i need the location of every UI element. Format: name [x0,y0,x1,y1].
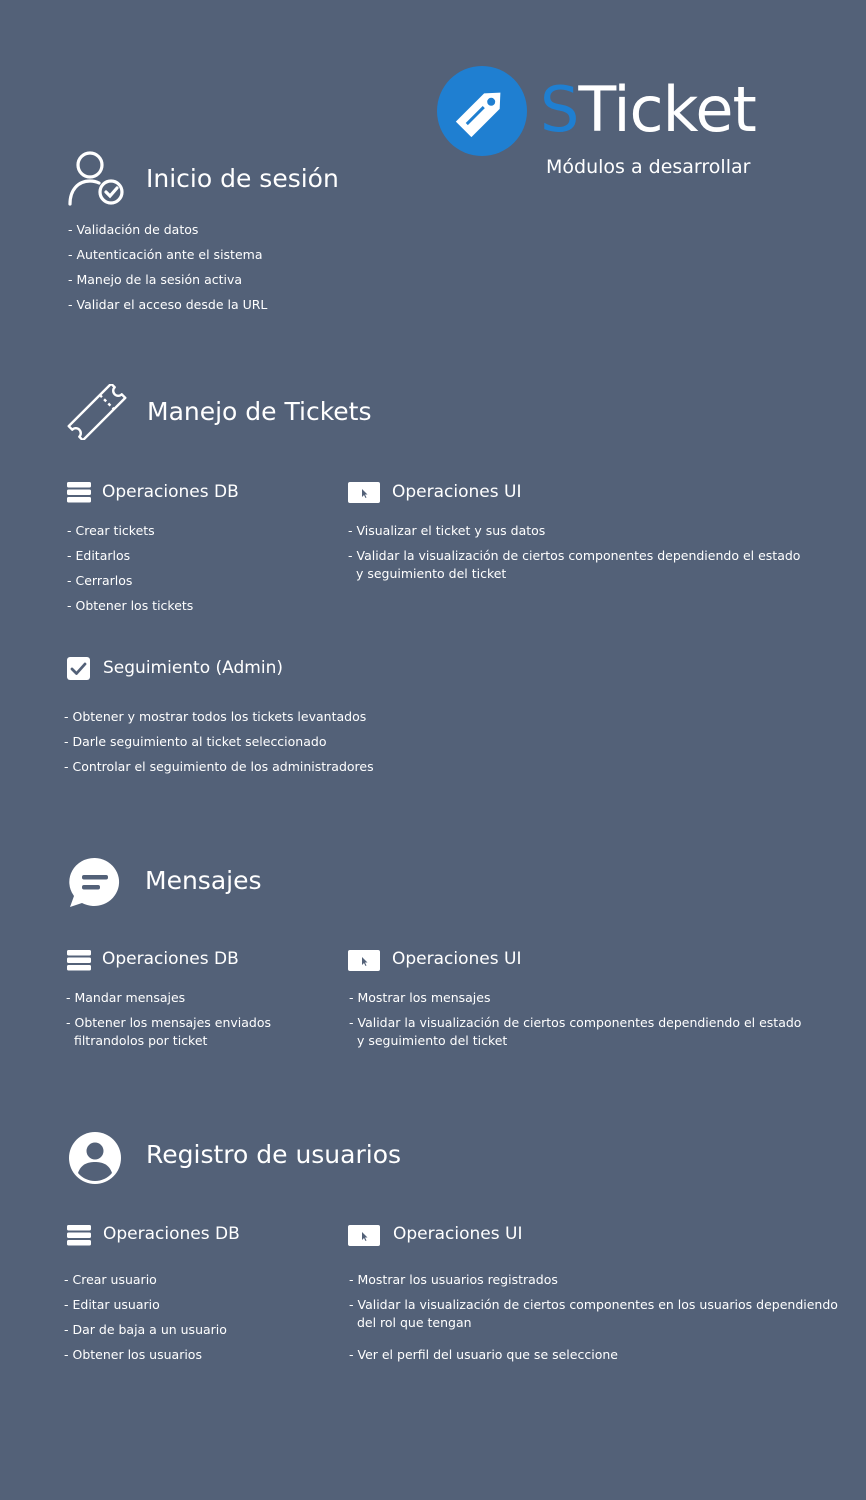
cursor-window-icon [348,950,380,971]
list-item: - Darle seguimiento al ticket selecciona… [64,734,327,749]
database-icon [67,1225,91,1246]
section-title-login: Inicio de sesión [146,164,339,193]
list-item: - Mostrar los usuarios registrados [349,1272,558,1287]
list-item: - Visualizar el ticket y sus datos [348,523,546,538]
list-item: - Obtener los mensajes enviados filtrand… [66,1015,272,1048]
list-item: - Validar la visualización de ciertos co… [349,1297,838,1330]
chat-icon [68,856,122,910]
section-title-messages: Mensajes [145,866,262,895]
list-item: - Crear tickets [67,523,155,538]
ticket-icon [66,382,128,442]
page-subtitle: Módulos a desarrollar [546,156,751,178]
database-icon [67,950,91,971]
checkbox-icon [67,657,90,680]
database-icon [67,482,91,503]
list-item: - Obtener los tickets [67,598,194,613]
brand-logo: STicket [540,70,757,150]
list-item: - Cerrarlos [67,573,133,588]
tag-icon [437,66,527,156]
user-check-icon [66,150,126,206]
list-item: - Manejo de la sesión activa [68,272,243,287]
section-title-tickets: Manejo de Tickets [147,397,372,426]
list-item: - Crear usuario [64,1272,157,1287]
ui-operations-heading: Operaciones UI [393,1224,523,1244]
brand-first-letter: S [540,73,579,146]
ui-operations-heading: Operaciones UI [392,949,522,969]
section-title-users: Registro de usuarios [146,1140,402,1169]
db-operations-heading: Operaciones DB [102,949,239,969]
list-item: - Autenticación ante el sistema [68,247,263,262]
cursor-window-icon [348,1225,380,1246]
list-item: - Ver el perfil del usuario que se selec… [349,1347,618,1362]
cursor-window-icon [348,482,380,503]
list-item: - Validar el acceso desde la URL [68,297,268,312]
list-item: - Validar la visualización de ciertos co… [348,548,801,581]
db-operations-heading: Operaciones DB [103,1224,240,1244]
list-item: - Editar usuario [64,1297,160,1312]
list-item: - Controlar el seguimiento de los admini… [64,759,374,774]
list-item: - Validación de datos [68,222,199,237]
brand-name-rest: Ticket [578,73,756,146]
list-item: - Validar la visualización de ciertos co… [349,1015,802,1048]
list-item: - Mostrar los mensajes [349,990,491,1005]
account-circle-icon [68,1131,122,1185]
ui-operations-heading: Operaciones UI [392,482,522,502]
list-item: - Obtener los usuarios [64,1347,202,1362]
list-item: - Editarlos [67,548,131,563]
list-item: - Mandar mensajes [66,990,186,1005]
list-item: - Obtener y mostrar todos los tickets le… [64,709,367,724]
db-operations-heading: Operaciones DB [102,482,239,502]
list-item: - Dar de baja a un usuario [64,1322,227,1337]
admin-tracking-heading: Seguimiento (Admin) [103,658,283,678]
